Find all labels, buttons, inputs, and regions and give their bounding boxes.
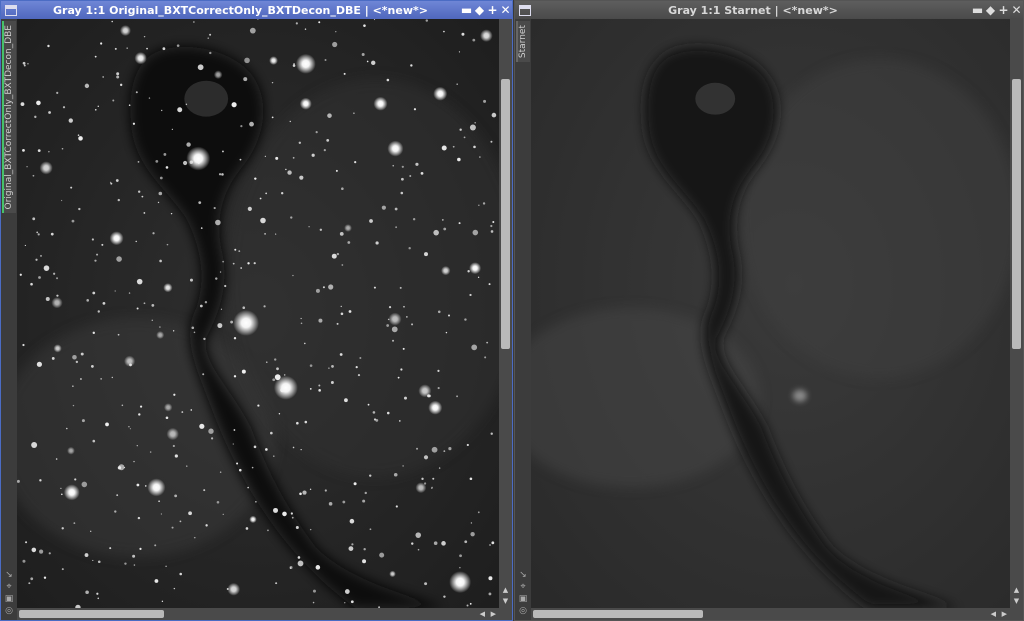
zoom-icon[interactable]: ⌖ [1, 582, 17, 594]
fit-view-icon[interactable]: ↘ [1, 570, 17, 582]
scroll-up-icon[interactable]: ▲ [499, 586, 512, 594]
close-button[interactable]: ✕ [499, 3, 512, 17]
resize-corner[interactable] [1010, 608, 1023, 620]
horizontal-scrollbar[interactable]: ◀ ▶ [17, 608, 499, 620]
scroll-left-icon[interactable]: ◀ [991, 608, 996, 620]
horizontal-scrollbar[interactable]: ◀ ▶ [531, 608, 1010, 620]
scroll-down-icon[interactable]: ▼ [1010, 597, 1023, 605]
mask-icon[interactable]: ◎ [1, 606, 17, 618]
resize-corner[interactable] [499, 608, 512, 620]
window-menu-icon[interactable] [519, 4, 531, 16]
view-identifier-tab[interactable]: Starnet [516, 21, 530, 63]
close-button[interactable]: ✕ [1010, 3, 1023, 17]
preview-icon[interactable]: ▣ [515, 594, 531, 606]
window-menu-icon[interactable] [5, 4, 17, 16]
vertical-scrollbar[interactable]: ▲ ▼ [1010, 19, 1023, 608]
zoom-icon[interactable]: ⌖ [515, 582, 531, 594]
vertical-scroll-thumb[interactable] [501, 79, 510, 349]
vertical-scrollbar[interactable]: ▲ ▼ [499, 19, 512, 608]
scroll-right-icon[interactable]: ▶ [491, 608, 496, 620]
scroll-left-icon[interactable]: ◀ [480, 608, 485, 620]
window-title: Gray 1:1 Starnet | <*new*> [668, 3, 838, 17]
shade-button[interactable]: + [486, 3, 499, 17]
nebula-with-stars-image [17, 19, 499, 608]
image-viewport-starnet[interactable] [531, 19, 1010, 608]
view-identifier-label: Starnet [518, 25, 528, 59]
horizontal-scroll-thumb[interactable] [533, 610, 703, 618]
horizontal-scroll-thumb[interactable] [19, 610, 164, 618]
view-identifier-tab[interactable]: Original_BXTCorrectOnly_BXTDecon_DBE [2, 21, 16, 214]
minimize-button[interactable]: ▬ [971, 3, 984, 17]
starless-nebula-image [531, 19, 1010, 608]
scroll-up-icon[interactable]: ▲ [1010, 586, 1023, 594]
scroll-down-icon[interactable]: ▼ [499, 597, 512, 605]
window-titlebar[interactable]: Gray 1:1 Starnet | <*new*> ▬ ◆ + ✕ [515, 1, 1023, 19]
image-window-starnet[interactable]: Gray 1:1 Starnet | <*new*> ▬ ◆ + ✕ Starn… [514, 0, 1024, 621]
vertical-scroll-thumb[interactable] [1012, 79, 1021, 349]
maximize-button[interactable]: ◆ [473, 3, 486, 17]
view-identifier-label: Original_BXTCorrectOnly_BXTDecon_DBE [4, 25, 14, 210]
minimize-button[interactable]: ▬ [460, 3, 473, 17]
preview-icon[interactable]: ▣ [1, 594, 17, 606]
window-titlebar[interactable]: Gray 1:1 Original_BXTCorrectOnly_BXTDeco… [1, 1, 512, 19]
image-viewport-original[interactable] [17, 19, 499, 608]
window-title: Gray 1:1 Original_BXTCorrectOnly_BXTDeco… [53, 3, 428, 17]
fit-view-icon[interactable]: ↘ [515, 570, 531, 582]
scroll-right-icon[interactable]: ▶ [1002, 608, 1007, 620]
image-window-original[interactable]: Gray 1:1 Original_BXTCorrectOnly_BXTDeco… [0, 0, 513, 621]
mask-icon[interactable]: ◎ [515, 606, 531, 618]
shade-button[interactable]: + [997, 3, 1010, 17]
maximize-button[interactable]: ◆ [984, 3, 997, 17]
view-side-strip: Original_BXTCorrectOnly_BXTDecon_DBE ↘ ⌖… [1, 19, 17, 620]
view-side-strip: Starnet ↘ ⌖ ▣ ◎ [515, 19, 531, 620]
